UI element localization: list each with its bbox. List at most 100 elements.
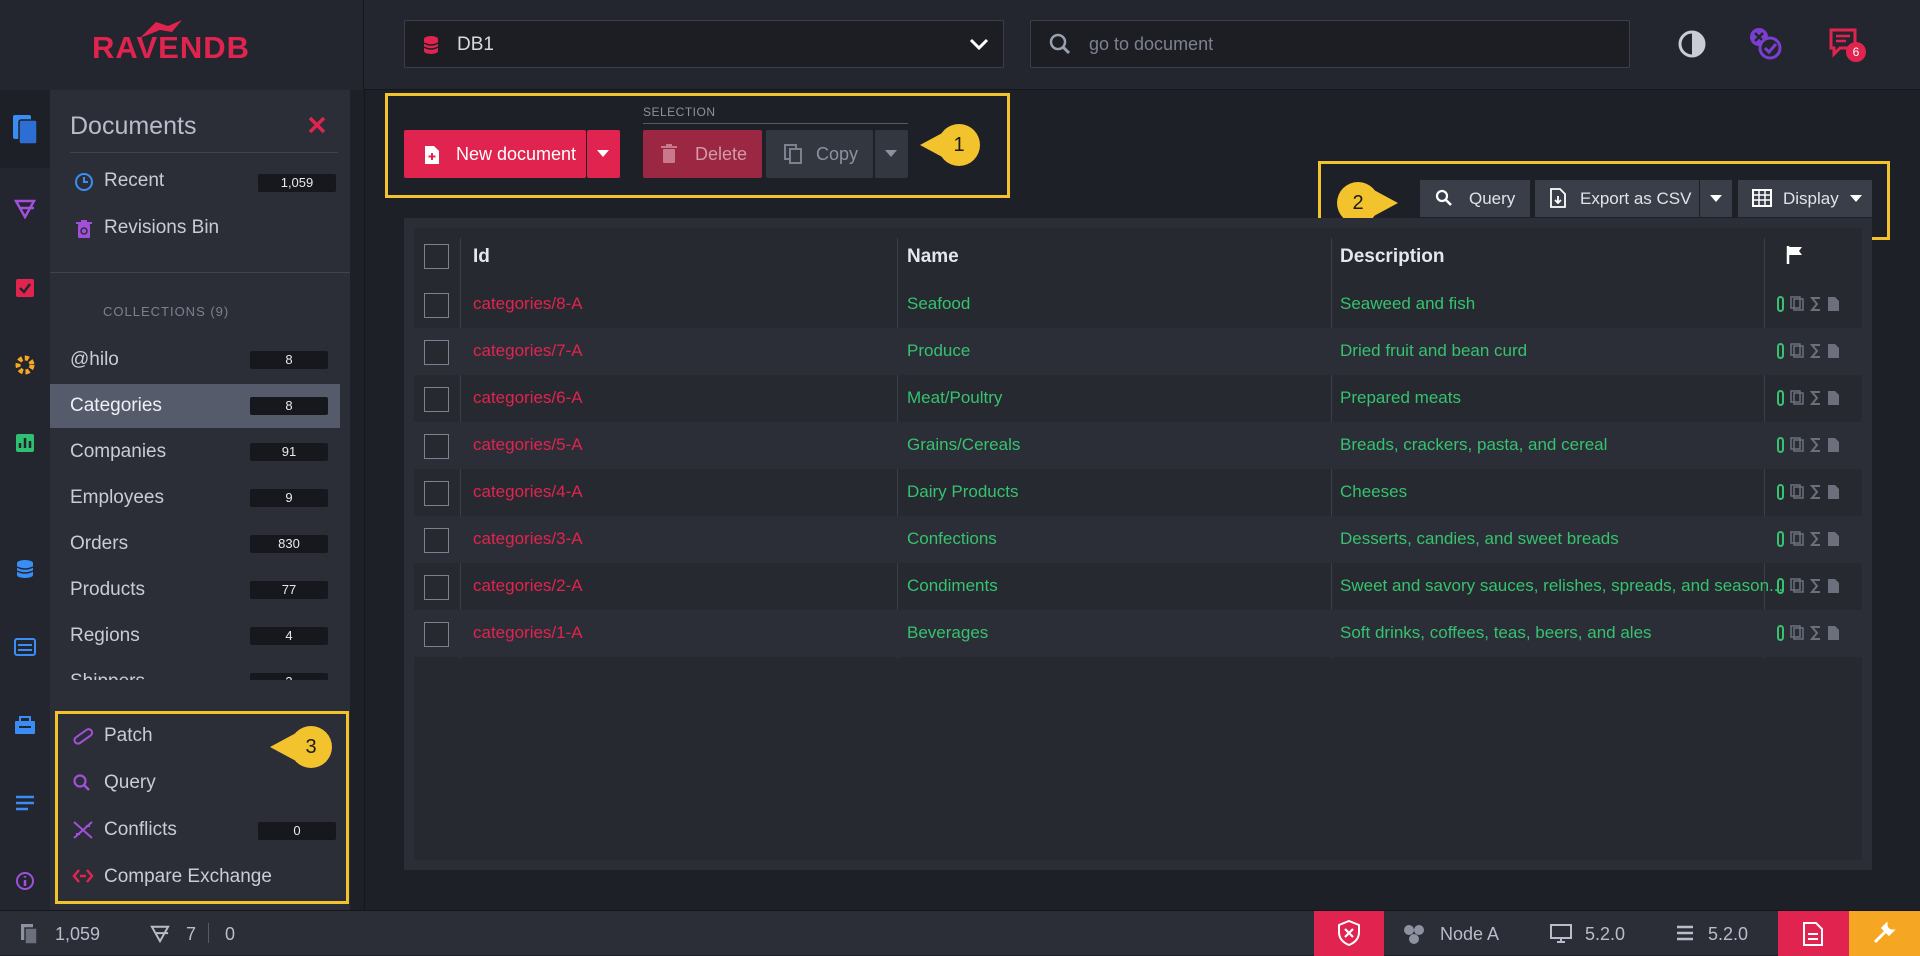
divider <box>208 923 209 943</box>
collection-item[interactable]: Regions 4 <box>50 614 340 658</box>
collection-label: @hilo <box>70 349 119 370</box>
row-checkbox[interactable] <box>424 622 449 647</box>
row-checkbox[interactable] <box>424 575 449 600</box>
collection-count-badge: 8 <box>250 397 328 415</box>
nav-about[interactable] <box>0 856 50 906</box>
description-cell: Desserts, candies, and sweet breads <box>1340 529 1619 548</box>
selection-label: SELECTION <box>643 105 716 119</box>
select-all-checkbox[interactable] <box>424 244 449 269</box>
delete-button[interactable]: Delete <box>643 130 762 178</box>
nav-manage-server[interactable] <box>0 700 50 750</box>
new-file-icon <box>425 146 439 164</box>
row-checkbox[interactable] <box>424 293 449 318</box>
document-id-link[interactable]: categories/6-A <box>473 388 583 408</box>
databases-icon <box>16 560 34 578</box>
table-row[interactable]: categories/4-A Dairy Products Cheeses <box>414 469 1862 516</box>
new-document-button[interactable]: New document <box>404 130 586 178</box>
collection-label: Companies <box>70 441 167 462</box>
table-row[interactable]: categories/1-A Beverages Soft drinks, coff… <box>414 610 1862 657</box>
name-cell: Grains/Cereals <box>907 435 1021 454</box>
column-header-id[interactable]: Id <box>473 246 490 268</box>
query-button[interactable]: Query <box>1420 180 1530 217</box>
collection-item[interactable]: Products 77 <box>50 568 340 612</box>
flag-icon[interactable] <box>1786 245 1804 265</box>
cluster-icon <box>14 638 36 656</box>
column-header-description[interactable]: Description <box>1340 246 1445 268</box>
callout-number-1: 1 <box>938 124 980 166</box>
row-actions <box>1776 296 1842 312</box>
recent-label: Recent <box>104 170 165 191</box>
row-checkbox[interactable] <box>424 387 449 412</box>
collection-count-badge: 4 <box>250 627 328 645</box>
document-id-link[interactable]: categories/2-A <box>473 576 583 596</box>
nav-cluster[interactable] <box>0 622 50 672</box>
nav-stats[interactable] <box>0 418 50 468</box>
query-button-label: Query <box>1469 189 1516 208</box>
row-checkbox[interactable] <box>424 340 449 365</box>
node-label[interactable]: Node A <box>1440 924 1499 945</box>
copy-dropdown[interactable] <box>875 130 908 178</box>
search-input[interactable] <box>1089 29 1609 59</box>
recent-documents-item[interactable]: Recent 1,059 <box>70 162 338 202</box>
document-id-link[interactable]: categories/5-A <box>473 435 583 455</box>
studio-version[interactable]: 5.2.0 <box>1708 924 1748 945</box>
security-status-button[interactable] <box>1314 911 1384 956</box>
nav-indexes[interactable] <box>0 184 50 234</box>
table-row[interactable]: categories/8-A Seafood Seaweed and fish <box>414 281 1862 328</box>
collection-item[interactable]: Employees 9 <box>50 476 340 520</box>
database-selector[interactable]: DB1 <box>404 20 1004 68</box>
export-csv-button[interactable]: Export as CSV <box>1535 180 1699 217</box>
document-id-link[interactable]: categories/8-A <box>473 294 583 314</box>
document-id-link[interactable]: categories/7-A <box>473 341 583 361</box>
row-checkbox[interactable] <box>424 434 449 459</box>
nav-server-logs[interactable] <box>0 778 50 828</box>
row-checkbox[interactable] <box>424 481 449 506</box>
revisions-bin-item[interactable]: Revisions Bin <box>70 209 338 249</box>
close-icon[interactable] <box>308 116 326 134</box>
row-checkbox[interactable] <box>424 528 449 553</box>
table-row[interactable]: categories/2-A Condiments Sweet and savory… <box>414 563 1862 610</box>
divider <box>50 272 350 273</box>
display-button[interactable]: Display <box>1738 180 1872 217</box>
collection-label: Employees <box>70 487 164 508</box>
indexes-icon <box>14 199 36 219</box>
documents-count[interactable]: 1,059 <box>55 924 100 945</box>
export-dropdown[interactable] <box>1700 180 1732 217</box>
table-row[interactable]: categories/5-A Grains/Cereals Breads, crac… <box>414 422 1862 469</box>
support-button[interactable] <box>1849 911 1920 956</box>
nav-settings[interactable] <box>0 340 50 390</box>
indexes-icon <box>150 925 170 943</box>
server-version[interactable]: 5.2.0 <box>1585 924 1625 945</box>
theme-toggle-button[interactable] <box>1672 24 1712 64</box>
name-cell: Produce <box>907 341 971 360</box>
collection-item-selected[interactable]: Categories 8 <box>50 384 340 428</box>
collection-item[interactable]: Companies 91 <box>50 430 340 474</box>
license-button[interactable] <box>1778 911 1849 956</box>
monitor-icon <box>1550 924 1572 943</box>
collection-item[interactable]: Orders 830 <box>50 522 340 566</box>
nav-documents[interactable] <box>0 90 50 168</box>
nav-databases[interactable] <box>0 544 50 594</box>
table-row[interactable]: categories/3-A Confections Desserts, candi… <box>414 516 1862 563</box>
table-row[interactable]: categories/6-A Meat/Poultry Prepared meats <box>414 375 1862 422</box>
table-row[interactable]: categories/7-A Produce Dried fruit and bea… <box>414 328 1862 375</box>
column-header-name[interactable]: Name <box>907 246 959 268</box>
collection-item[interactable]: @hilo 8 <box>50 338 340 382</box>
name-cell: Meat/Poultry <box>907 388 1003 407</box>
document-id-link[interactable]: categories/3-A <box>473 529 583 549</box>
row-actions <box>1776 578 1842 594</box>
indexes-count[interactable]: 7 <box>186 924 196 945</box>
notifications-button[interactable]: 6 <box>1826 24 1866 64</box>
document-id-link[interactable]: categories/1-A <box>473 623 583 643</box>
copy-button[interactable]: Copy <box>766 130 873 178</box>
errors-count[interactable]: 0 <box>225 924 235 945</box>
app-logo[interactable]: RAVENDB <box>92 30 250 66</box>
nav-tasks[interactable] <box>0 262 50 312</box>
new-document-dropdown[interactable] <box>587 130 620 178</box>
collection-count-badge: 9 <box>250 489 328 507</box>
document-id-link[interactable]: categories/4-A <box>473 482 583 502</box>
panel-title: Documents <box>70 112 197 140</box>
documents-icon <box>13 115 38 145</box>
tasks-button[interactable] <box>1746 24 1786 64</box>
caret-down-icon <box>1850 195 1862 202</box>
